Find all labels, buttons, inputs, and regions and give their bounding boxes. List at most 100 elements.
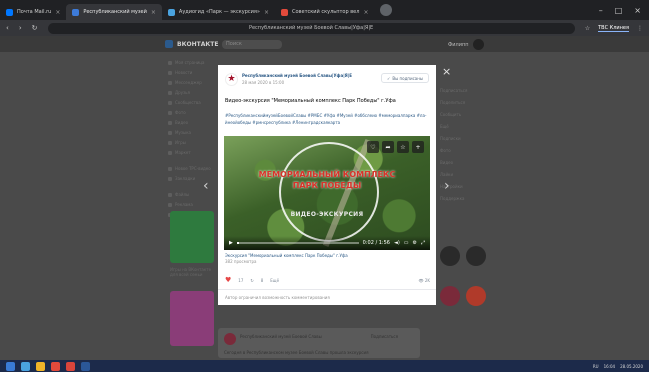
browser-tab-audioguide[interactable]: Аудиогид «Парк — экскурсия» ×: [162, 4, 275, 20]
close-modal-icon[interactable]: ×: [442, 65, 451, 78]
sidebar-item-icon: [168, 140, 172, 145]
repost-icon[interactable]: ↻: [250, 278, 253, 283]
avatar[interactable]: ★: [225, 73, 238, 86]
add-video-icon[interactable]: +: [412, 141, 424, 153]
browser-tab-vk[interactable]: Республиканский музей ×: [66, 4, 162, 20]
right-menu-item[interactable]: Видео: [440, 160, 492, 168]
sidebar-item-icon: [168, 120, 172, 125]
post-hashtags[interactable]: #РеспубликанскиймузейБоевойСлавы #РМБС #…: [225, 112, 430, 126]
right-menu-item[interactable]: Поддержка: [440, 196, 492, 204]
previous-post-arrow-icon[interactable]: ‹: [203, 178, 209, 194]
views-count: 👁 2K: [418, 277, 430, 283]
language-indicator[interactable]: RU: [593, 364, 599, 369]
vk-search-input[interactable]: Поиск: [222, 40, 282, 49]
play-icon[interactable]: ▶: [229, 240, 233, 246]
sidebar-item[interactable]: Мессенджер: [168, 78, 216, 87]
bookmark-video-icon[interactable]: ☆: [397, 141, 409, 153]
vk-logo-icon: [165, 40, 173, 48]
sidebar-item-icon: [168, 130, 172, 135]
right-menu-item[interactable]: Подписки: [440, 136, 492, 144]
feed-subscribe-button[interactable]: Подписаться: [371, 334, 398, 339]
close-tab-icon[interactable]: ×: [264, 9, 269, 16]
ie-taskbar-icon[interactable]: [21, 361, 30, 371]
vk-user-menu[interactable]: Филипп: [448, 39, 484, 50]
fullscreen-icon[interactable]: ⤢: [421, 240, 425, 246]
settings-icon[interactable]: ⚙: [413, 240, 417, 246]
miniplayer-icon[interactable]: ▭: [404, 240, 409, 246]
avatar: [472, 39, 484, 50]
sidebar-item-label: Фото: [175, 110, 186, 115]
close-tab-icon[interactable]: ×: [55, 9, 60, 16]
share-video-icon[interactable]: ➦: [382, 141, 394, 153]
right-menu-item[interactable]: Подписаться: [440, 88, 492, 96]
sidebar-item-icon: [168, 100, 172, 105]
sidebar-item[interactable]: Файлы: [168, 190, 216, 199]
sidebar-item[interactable]: Фото: [168, 108, 216, 117]
subscribed-button[interactable]: ✓ Вы подписаны: [381, 73, 429, 83]
new-tab-button[interactable]: [380, 4, 393, 16]
menu-icon[interactable]: ⋮: [637, 25, 643, 32]
video-progress-bar[interactable]: [236, 242, 359, 244]
clock-time[interactable]: 16:04: [604, 364, 616, 369]
browser-taskbar-icon[interactable]: [66, 361, 75, 371]
post-author[interactable]: Республиканский музей Боевой Славы|Уфа|Я…: [242, 73, 352, 78]
video-title-link[interactable]: Экскурсия "Мемориальный комплекс Парк По…: [225, 253, 348, 258]
sidebar-item[interactable]: Маркет: [168, 148, 216, 157]
friend-avatar[interactable]: [466, 246, 486, 266]
museum-star-icon: ★: [227, 74, 236, 84]
like-heart-icon[interactable]: ♥: [225, 276, 231, 284]
sidebar-item[interactable]: Друзья: [168, 88, 216, 97]
right-menu-item[interactable]: Сообщить: [440, 112, 492, 120]
browser-tab-mail[interactable]: Почта Mail.ru ×: [0, 4, 66, 20]
sidebar-item[interactable]: Моя страница: [168, 58, 216, 67]
vk-logo[interactable]: ВКОНТАКТЕ: [165, 40, 218, 48]
address-bar[interactable]: Республиканский музей Боевой Славы|Уфа|Я…: [47, 22, 575, 34]
vk-header: [0, 36, 649, 52]
sidebar-item[interactable]: Закладки: [168, 174, 216, 183]
start-button-icon[interactable]: [6, 361, 15, 371]
maximize-icon[interactable]: □: [615, 6, 623, 15]
extension-badge[interactable]: ТВС Клинея: [598, 25, 629, 32]
clock-date[interactable]: 28.05.2020: [620, 364, 643, 369]
yandex-taskbar-icon[interactable]: [51, 361, 60, 371]
friend-avatar[interactable]: [440, 286, 460, 306]
video-caption-line2: ПАРК ПОБЕДЫ: [292, 181, 362, 190]
sidebar-item[interactable]: Новости: [168, 68, 216, 77]
sidebar-item[interactable]: Реклама: [168, 200, 216, 209]
browser-tab-strip: Почта Mail.ru × Республиканский музей × …: [0, 0, 649, 20]
friend-avatar[interactable]: [466, 286, 486, 306]
next-post-arrow-icon[interactable]: ›: [444, 178, 450, 194]
volume-icon[interactable]: ◄): [394, 240, 400, 246]
sidebar-item[interactable]: Игры: [168, 138, 216, 147]
right-menu-item[interactable]: Поделиться: [440, 100, 492, 108]
right-menu-item[interactable]: Фото: [440, 148, 492, 156]
back-icon[interactable]: ‹: [6, 24, 9, 32]
feed-post-author[interactable]: Республиканский музей Боевой Славы: [240, 334, 322, 339]
sidebar-item[interactable]: Видео: [168, 118, 216, 127]
explorer-taskbar-icon[interactable]: [36, 361, 45, 371]
bookmark-star-icon[interactable]: ☆: [585, 25, 590, 32]
forward-icon[interactable]: ›: [19, 24, 22, 32]
sidebar-item[interactable]: Музыка: [168, 128, 216, 137]
post-actions: ♥ 17 ↻ 8 Ещё 👁 2K: [225, 276, 430, 284]
close-window-icon[interactable]: ×: [634, 6, 641, 15]
word-taskbar-icon[interactable]: [81, 361, 90, 371]
promo-banner-games[interactable]: [170, 211, 214, 263]
close-tab-icon[interactable]: ×: [363, 9, 368, 16]
sidebar-item[interactable]: Новое ТРС-видео: [168, 164, 216, 173]
post-date[interactable]: 28 мая 2020 в 15:00: [242, 80, 284, 85]
promo-banner-second[interactable]: [170, 291, 214, 346]
video-controls: ▶ 0:02 / 1:56 ◄) ▭ ⚙ ⤢: [224, 236, 430, 250]
friend-avatar[interactable]: [440, 246, 460, 266]
right-menu-item[interactable]: Ещё: [440, 124, 492, 132]
like-video-icon[interactable]: ♡: [367, 141, 379, 153]
sidebar-item[interactable]: Сообщества: [168, 98, 216, 107]
sidebar-item-label: Реклама: [175, 202, 193, 207]
video-player[interactable]: МЕМОРИАЛЬНЫЙ КОМПЛЕКС ПАРК ПОБЕДЫ ВИДЕО-…: [224, 136, 430, 250]
more-button[interactable]: Ещё: [270, 278, 279, 283]
minimize-icon[interactable]: –: [599, 6, 603, 15]
reload-icon[interactable]: ↻: [32, 24, 38, 32]
browser-tab-sculptor[interactable]: Советский скульптор вел ×: [275, 4, 374, 20]
close-tab-icon[interactable]: ×: [151, 9, 156, 16]
browser-nav-bar: ‹ › ↻ Республиканский музей Боевой Славы…: [0, 20, 649, 36]
